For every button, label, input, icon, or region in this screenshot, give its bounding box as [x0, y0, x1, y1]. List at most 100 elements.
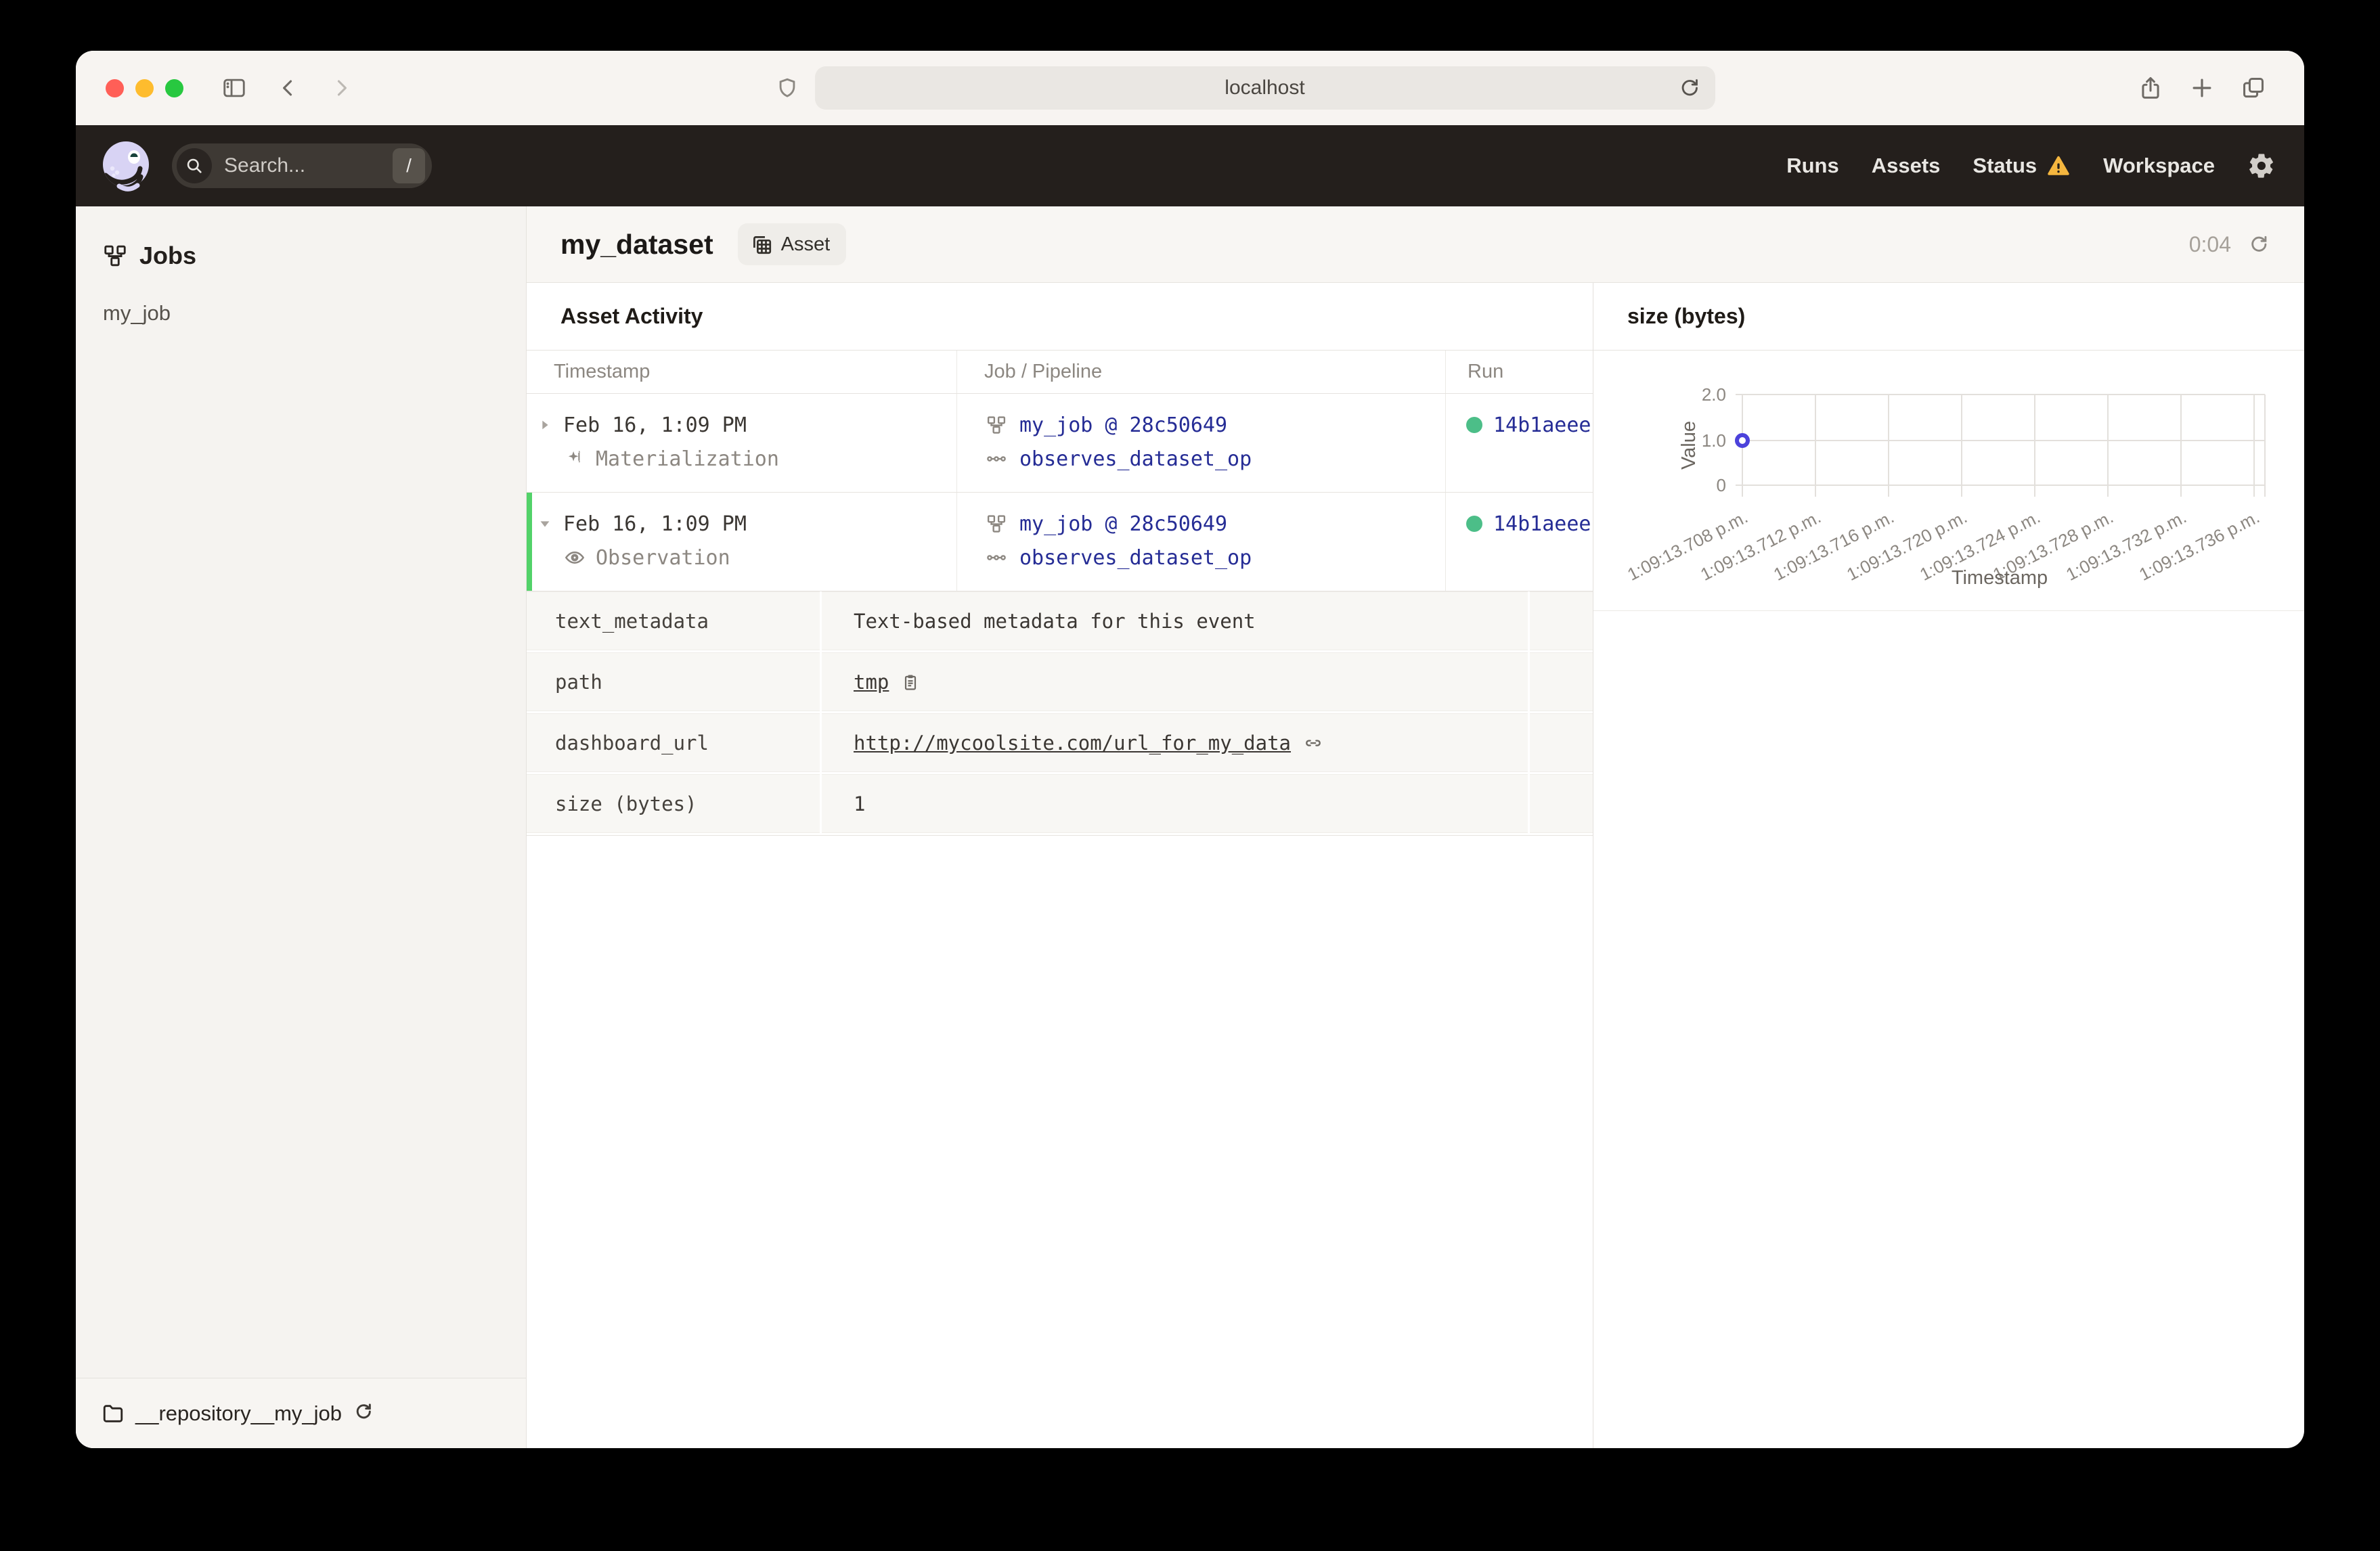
op-link[interactable]: observes_dataset_op	[1019, 447, 1252, 471]
y-tick: 1.0	[1702, 430, 1726, 451]
top-nav: Runs Assets Status Workspace	[1786, 154, 2215, 178]
op-icon	[984, 449, 1009, 469]
metadata-value: Text-based metadata for this event	[822, 591, 1528, 650]
op-link[interactable]: observes_dataset_op	[1019, 546, 1252, 570]
job-graph-icon	[984, 415, 1009, 435]
global-search[interactable]: /	[172, 143, 432, 188]
asset-badge: Asset	[737, 223, 847, 265]
materialization-icon	[563, 449, 586, 469]
app-header: / Runs Assets Status Workspace	[76, 125, 2304, 206]
asset-title-row: my_dataset Asset 0:04	[527, 206, 2304, 283]
folder-icon	[103, 1404, 123, 1422]
event-metadata-table: text_metadata Text-based metadata for th…	[527, 591, 1593, 836]
share-icon[interactable]	[2138, 75, 2163, 101]
run-link[interactable]: 14b1aeee	[1493, 512, 1591, 536]
search-input[interactable]	[224, 154, 393, 177]
asset-badge-label: Asset	[780, 233, 831, 255]
x-tick: 1:09:13.712 p.m.	[1697, 507, 1824, 585]
observation-eye-icon	[563, 547, 586, 568]
metadata-actions	[1530, 774, 1593, 833]
asset-activity-panel: Asset Activity Timestamp Job / Pipeline …	[527, 283, 1593, 1448]
data-point[interactable]	[1735, 433, 1750, 448]
nav-runs[interactable]: Runs	[1786, 154, 1839, 178]
asset-activity-title: Asset Activity	[527, 283, 1593, 351]
warning-icon	[2048, 156, 2069, 175]
run-status-dot	[1466, 417, 1482, 433]
run-link[interactable]: 14b1aeee	[1493, 413, 1591, 437]
external-link-icon[interactable]	[1303, 733, 1323, 753]
metadata-value: 1	[822, 774, 1528, 833]
dagster-logo[interactable]	[99, 139, 153, 193]
chart-title: size (bytes)	[1593, 283, 2304, 351]
address-bar[interactable]: localhost	[814, 66, 1715, 110]
search-shortcut-key: /	[393, 148, 425, 183]
y-tick: 0	[1717, 475, 1726, 495]
close-window-button[interactable]	[106, 78, 124, 97]
sidebar-toggle-icon[interactable]	[221, 75, 247, 101]
forward-icon[interactable]	[330, 76, 353, 99]
table-row-observation: Feb 16, 1:09 PM Observation my_job @ 28c…	[527, 493, 1593, 591]
copy-path-icon[interactable]	[901, 673, 920, 692]
event-timestamp: Feb 16, 1:09 PM	[563, 512, 747, 536]
metadata-key: path	[527, 652, 820, 711]
job-graph-icon	[984, 514, 1009, 534]
col-run: Run	[1445, 351, 1593, 393]
path-link[interactable]: tmp	[854, 671, 889, 694]
sidebar-title: Jobs	[139, 242, 197, 269]
size-bytes-chart: 2.0 1.0 0 Value 1:09:13.708 p.m. 1:09:13…	[1593, 351, 2304, 611]
search-icon	[177, 148, 212, 183]
y-axis-label: Value	[1678, 421, 1700, 470]
activity-table-header: Timestamp Job / Pipeline Run	[527, 351, 1593, 394]
dashboard-url-link[interactable]: http://mycoolsite.com/url_for_my_data	[854, 732, 1291, 755]
nav-assets[interactable]: Assets	[1872, 154, 1941, 178]
nav-status[interactable]: Status	[1973, 154, 2071, 178]
browser-toolbar: localhost	[76, 51, 2304, 125]
x-tick: 1:09:13.708 p.m.	[1624, 507, 1750, 585]
sidebar-footer: __repository__my_job	[76, 1378, 526, 1448]
repository-name: __repository__my_job	[135, 1401, 343, 1425]
x-tick: 1:09:13.736 p.m.	[2136, 507, 2262, 585]
run-status-dot	[1466, 516, 1482, 532]
back-icon[interactable]	[277, 76, 300, 99]
window-controls	[106, 78, 183, 97]
reload-page-icon[interactable]	[1677, 76, 1702, 104]
privacy-shield-icon[interactable]	[776, 76, 799, 99]
op-icon	[984, 547, 1009, 568]
event-timestamp: Feb 16, 1:09 PM	[563, 413, 747, 437]
sidebar: Jobs my_job __repository__my_job	[76, 206, 527, 1448]
metadata-key: text_metadata	[527, 591, 820, 650]
sidebar-item-my-job[interactable]: my_job	[103, 301, 526, 325]
event-type: Observation	[596, 545, 730, 570]
y-tick: 2.0	[1702, 384, 1726, 405]
metadata-actions	[1530, 591, 1593, 650]
refresh-timer: 0:04	[2188, 231, 2231, 256]
collapse-caret-icon[interactable]	[536, 516, 554, 531]
job-link[interactable]: my_job @ 28c50649	[1019, 413, 1227, 437]
refresh-asset-icon[interactable]	[2247, 233, 2270, 256]
sidebar-jobs-header: Jobs	[76, 206, 526, 270]
minimize-window-button[interactable]	[135, 78, 154, 97]
x-tick: 1:09:13.732 p.m.	[2063, 507, 2189, 585]
settings-gear-icon[interactable]	[2247, 152, 2276, 180]
metadata-key: size (bytes)	[527, 774, 820, 833]
browser-window: localhost Search... / Runs Assets Status…	[76, 51, 2304, 1448]
nav-workspace[interactable]: Workspace	[2103, 154, 2215, 178]
table-row-materialization: Feb 16, 1:09 PM Materialization my_job @…	[527, 394, 1593, 493]
metadata-key: dashboard_url	[527, 713, 820, 772]
expand-caret-icon[interactable]	[536, 418, 554, 432]
job-link[interactable]: my_job @ 28c50649	[1019, 512, 1227, 536]
col-timestamp: Timestamp	[554, 361, 651, 382]
new-tab-icon[interactable]	[2189, 75, 2215, 101]
x-axis-label: Timestamp	[1952, 567, 2048, 589]
jobs-graph-icon	[104, 245, 126, 267]
chart-gridlines	[1736, 394, 2266, 497]
reload-repository-icon[interactable]	[353, 1401, 374, 1426]
metadata-plots-panel: size (bytes) 2.0 1.0 0 Value 1:09:13.708…	[1593, 283, 2304, 1448]
asset-table-icon	[753, 236, 771, 254]
zoom-window-button[interactable]	[165, 78, 183, 97]
col-job-pipeline: Job / Pipeline	[956, 351, 1445, 393]
x-tick: 1:09:13.716 p.m.	[1770, 507, 1897, 585]
tab-overview-icon[interactable]	[2241, 75, 2266, 101]
event-type: Materialization	[596, 447, 779, 471]
metadata-actions	[1530, 652, 1593, 711]
